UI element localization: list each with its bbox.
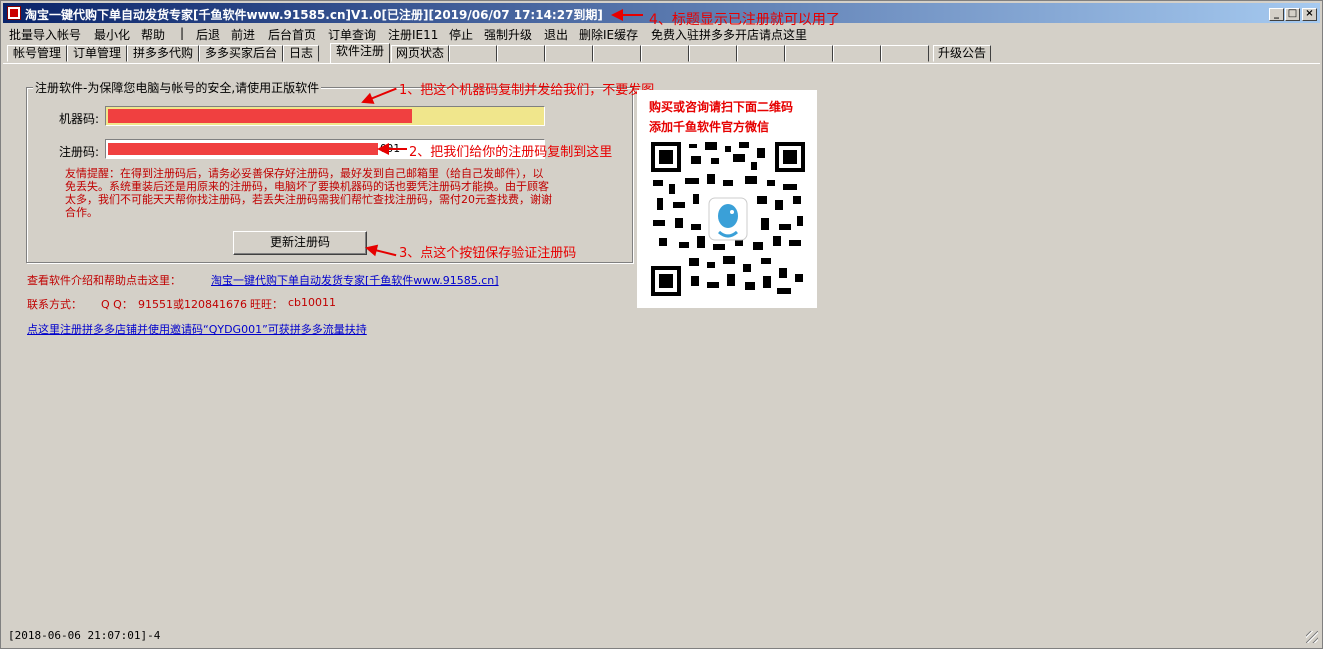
help-link[interactable]: 淘宝一键代购下单自动发货专家[千鱼软件www.91585.cn] (211, 272, 499, 288)
contact-label: 联系方式： (27, 298, 82, 311)
menu-pdd-free-store[interactable]: 免费入驻拼多多开店请点这里 (651, 26, 807, 43)
tab-software-register[interactable]: 软件注册 (330, 43, 390, 63)
tab-empty-8[interactable] (785, 45, 833, 62)
menu-backend-home[interactable]: 后台首页 (268, 26, 316, 43)
tab-accounts[interactable]: 帐号管理 (7, 45, 67, 62)
qr-panel: 购买或咨询请扫下面二维码 添加千鱼软件官方微信 (637, 90, 817, 308)
qr-line-1: 购买或咨询请扫下面二维码 (649, 100, 794, 114)
pdd-register-link[interactable]: 点这里注册拼多多店铺并使用邀请码“QYDG001”可获拼多多流量扶持 (27, 321, 367, 337)
menu-force-upgrade[interactable]: 强制升级 (484, 26, 532, 43)
resize-grip-icon[interactable] (1306, 631, 1318, 643)
app-icon (7, 6, 21, 20)
menu-help[interactable]: 帮助 (141, 26, 165, 43)
tab-empty-2[interactable] (497, 45, 545, 62)
annotation-3: 3、点这个按钮保存验证注册码 (399, 246, 577, 261)
menu-batch-import[interactable]: 批量导入帐号 (9, 26, 81, 43)
tab-bar: 帐号管理 订单管理 拼多多代购 多多买家后台 日志 软件注册 网页状态 升级公告 (3, 43, 1320, 64)
menu-clear-ie-cache[interactable]: 删除IE缓存 (579, 26, 638, 43)
tab-upgrade-notice[interactable]: 升级公告 (933, 45, 991, 62)
minimize-button[interactable]: _ (1269, 8, 1284, 21)
menu-register-ie11[interactable]: 注册IE11 (388, 26, 438, 43)
menu-bar: 批量导入帐号 最小化 帮助 | 后退 前进 后台首页 订单查询 注册IE11 停… (3, 24, 1320, 43)
tab-empty-3[interactable] (545, 45, 593, 62)
maximize-button[interactable]: □ (1285, 8, 1300, 21)
tab-empty-5[interactable] (641, 45, 689, 62)
menu-back[interactable]: 后退 (196, 26, 220, 43)
annotation-1: 1、把这个机器码复制并发给我们，不要发图 (399, 83, 655, 98)
status-text: [2018-06-06 21:07:01]-4 (8, 629, 161, 642)
register-code-label: 注册码: (59, 145, 100, 159)
tab-log[interactable]: 日志 (283, 45, 319, 62)
machine-code-field[interactable] (105, 106, 545, 126)
help-label: 查看软件介绍和帮助点击这里： (27, 274, 181, 287)
app-window: 淘宝一键代购下单自动发货专家[千鱼软件www.91585.cn]V1.0[已注册… (0, 0, 1323, 649)
register-code-redaction (108, 143, 378, 155)
tab-empty-6[interactable] (689, 45, 737, 62)
menu-exit[interactable]: 退出 (544, 26, 568, 43)
tab-empty-9[interactable] (833, 45, 881, 62)
annotation-2: 2、把我们给你的注册码复制到这里 (409, 145, 613, 160)
machine-code-label: 机器码: (59, 112, 100, 126)
qq-value: 91551或120841676 (138, 298, 247, 311)
tab-empty-4[interactable] (593, 45, 641, 62)
tab-pdd-purchase[interactable]: 拼多多代购 (127, 45, 199, 62)
wechat-qr-code-icon (649, 140, 807, 298)
machine-code-redaction (108, 109, 412, 123)
close-button[interactable]: × (1302, 8, 1317, 21)
tab-empty-1[interactable] (449, 45, 497, 62)
register-tip: 友情提醒：在得到注册码后，请务必妥善保存好注册码，最好发到自己邮箱里（给自己发邮… (65, 167, 552, 219)
tab-orders[interactable]: 订单管理 (67, 45, 127, 62)
menu-stop[interactable]: 停止 (449, 26, 473, 43)
tab-page-status[interactable]: 网页状态 (391, 45, 449, 62)
menu-order-query[interactable]: 订单查询 (328, 26, 376, 43)
qq-label: Q Q： (101, 298, 133, 311)
annotation-arrow-4 (611, 9, 643, 21)
menu-forward[interactable]: 前进 (231, 26, 255, 43)
wangwang-label: 旺旺： (250, 298, 283, 311)
window-title: 淘宝一键代购下单自动发货专家[千鱼软件www.91585.cn]V1.0[已注册… (25, 8, 603, 22)
wangwang-value: cb10011 (288, 296, 337, 309)
tab-empty-10[interactable] (881, 45, 929, 62)
update-register-code-button[interactable]: 更新注册码 (233, 231, 367, 255)
status-bar: [2018-06-06 21:07:01]-4 (3, 627, 1320, 645)
qr-line-2: 添加千鱼软件官方微信 (649, 120, 770, 134)
register-group-title: 注册软件-为保障您电脑与帐号的安全,请使用正版软件 (33, 79, 322, 96)
menu-separator: | (180, 26, 185, 40)
tab-empty-7[interactable] (737, 45, 785, 62)
tab-pdd-buyer-backend[interactable]: 多多买家后台 (199, 45, 283, 62)
menu-minimize[interactable]: 最小化 (94, 26, 130, 43)
annotation-arrow-2 (377, 143, 407, 155)
